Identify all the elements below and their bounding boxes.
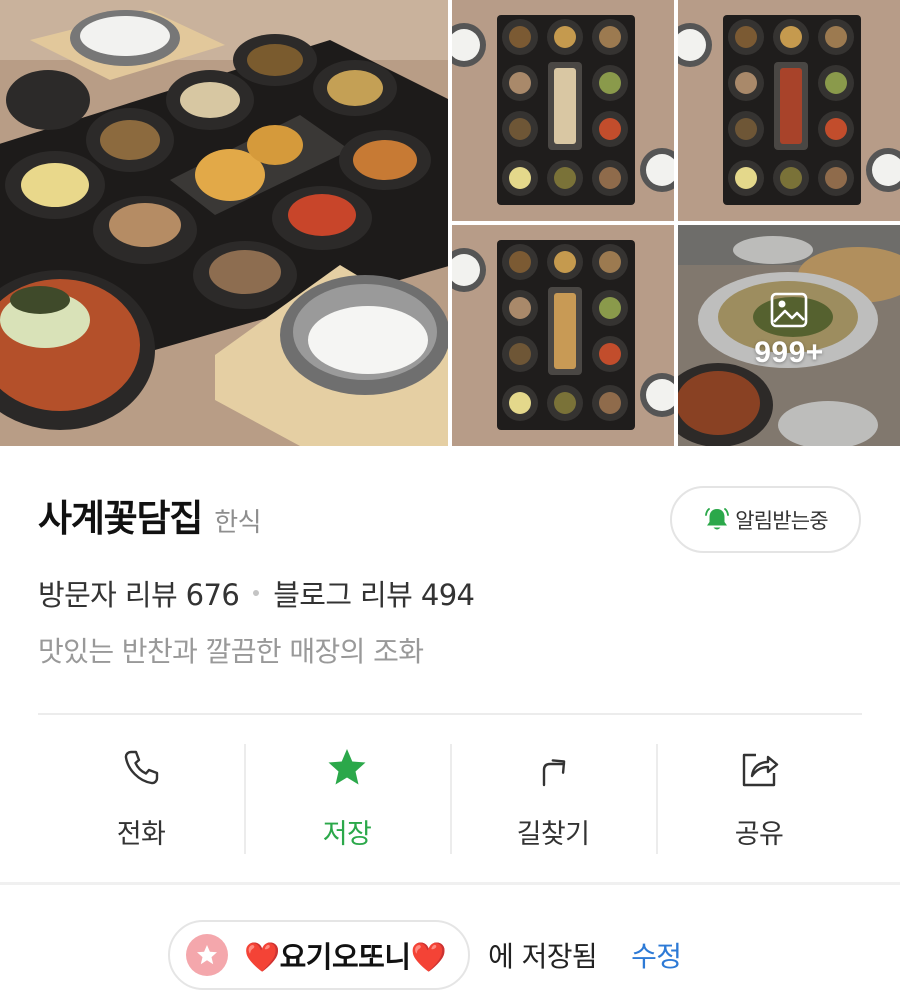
place-description: 맛있는 반찬과 깔끔한 매장의 조화 xyxy=(38,635,424,668)
saved-list-chip[interactable]: ❤️요기오또니❤️ xyxy=(168,920,471,990)
place-name: 사계꽃담집 xyxy=(38,497,203,540)
gallery-photo-main[interactable] xyxy=(0,0,448,446)
gallery-photo-thumb-3[interactable] xyxy=(452,225,674,446)
saved-list-row: ❤️요기오또니❤️ 에 저장됨 수정 xyxy=(168,920,682,990)
divider xyxy=(38,713,862,715)
share-button[interactable]: 공유 xyxy=(656,744,862,854)
saved-status-text: 에 저장됨 xyxy=(488,940,598,973)
call-label: 전화 xyxy=(116,819,166,850)
more-photos-count: 999+ xyxy=(754,335,824,369)
visitor-review-link[interactable]: 방문자 리뷰 676 xyxy=(38,572,240,614)
gallery-photo-thumb-2[interactable] xyxy=(678,0,900,221)
share-label: 공유 xyxy=(734,819,784,850)
call-button[interactable]: 전화 xyxy=(38,744,244,854)
place-category: 한식 xyxy=(214,508,262,538)
star-icon xyxy=(328,749,366,785)
separator-dot xyxy=(253,590,260,596)
edit-saved-link[interactable]: 수정 xyxy=(631,935,682,975)
action-bar: 전화 저장 길찾기 공유 xyxy=(38,744,862,854)
phone-icon xyxy=(124,750,159,785)
bell-icon xyxy=(705,507,730,529)
notification-label: 알림받는중 xyxy=(735,508,828,533)
more-photos-overlay[interactable]: 999+ xyxy=(678,225,900,446)
blog-review-link[interactable]: 블로그 리뷰 494 xyxy=(273,572,475,614)
place-title-row: 사계꽃담집 한식 xyxy=(38,488,262,542)
list-star-icon xyxy=(186,934,228,976)
photo-gallery: 999+ xyxy=(0,0,900,446)
saved-list-name: ❤️요기오또니❤️ xyxy=(244,940,447,974)
save-label: 저장 xyxy=(322,819,372,850)
directions-icon xyxy=(542,759,566,787)
image-icon xyxy=(770,292,808,327)
directions-label: 길찾기 xyxy=(516,819,590,850)
section-divider xyxy=(0,882,900,885)
save-button[interactable]: 저장 xyxy=(244,744,450,854)
review-summary: 방문자 리뷰 676 블로그 리뷰 494 xyxy=(38,572,475,614)
share-icon xyxy=(742,753,779,787)
directions-button[interactable]: 길찾기 xyxy=(450,744,656,854)
gallery-photo-more[interactable]: 999+ xyxy=(678,225,900,446)
notification-toggle-button[interactable]: 알림받는중 xyxy=(670,486,861,553)
gallery-photo-thumb-1[interactable] xyxy=(452,0,674,221)
